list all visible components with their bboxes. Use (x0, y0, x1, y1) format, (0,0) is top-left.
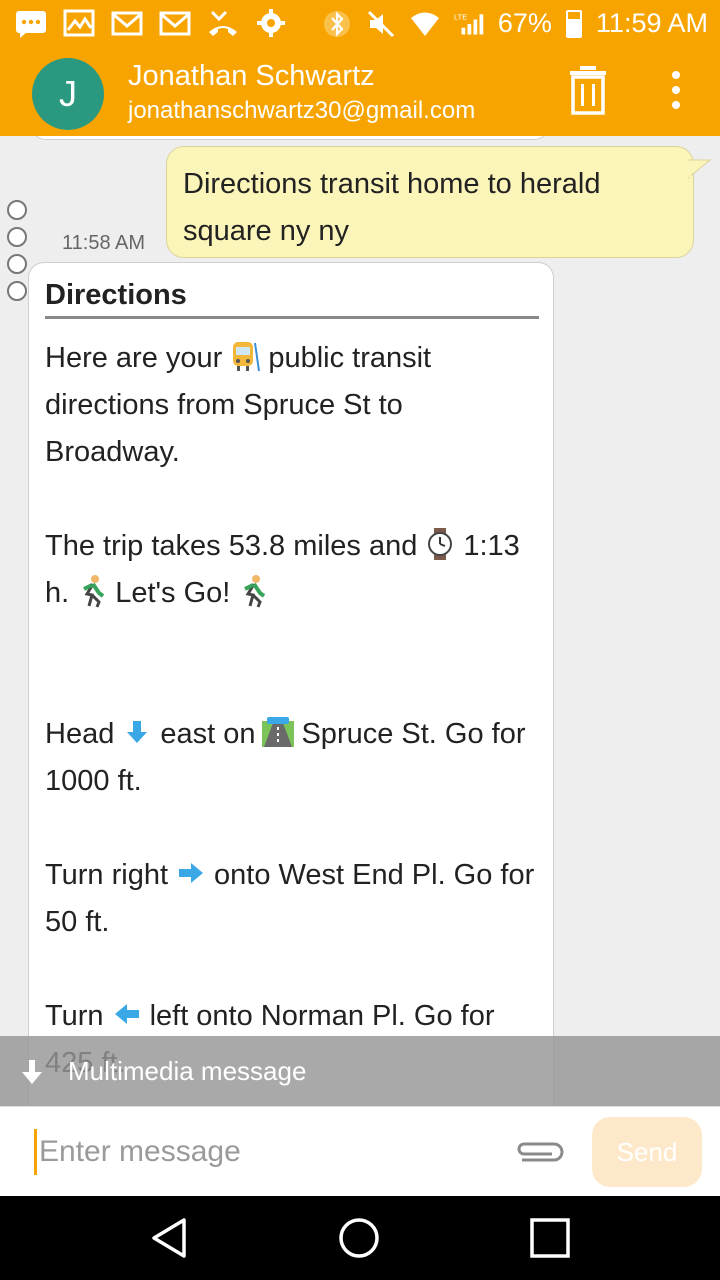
battery-percent: 67% (497, 8, 552, 38)
outgoing-message-text: Directions transit home to herald square… (183, 168, 601, 247)
step-text: Head (45, 718, 115, 750)
status-time: 11:59 AM (595, 8, 708, 38)
trip-summary: The trip takes 53.8 miles and 1:13 h. Let'… (45, 523, 537, 617)
recent-apps-icon[interactable] (528, 1216, 572, 1260)
attach-icon[interactable] (510, 1137, 566, 1167)
status-bar: LTE 67% 11:59 AM (0, 0, 720, 50)
runner-icon (236, 574, 270, 608)
multimedia-message-label: Multimedia message (68, 1056, 307, 1086)
intro-text-start: Here are your (45, 342, 223, 374)
step-text: east on (160, 718, 256, 750)
selection-dot (7, 281, 27, 301)
selection-dot (7, 227, 27, 247)
left-arrow-icon (110, 997, 144, 1031)
network-type-label: LTE (454, 12, 467, 21)
missed-call-icon (206, 8, 240, 38)
conversation-header: J Jonathan Schwartz jonathanschwartz30@g… (0, 50, 720, 136)
notification-icons (14, 8, 288, 38)
overflow-menu-icon[interactable] (664, 64, 688, 116)
selection-indicator[interactable] (7, 200, 27, 308)
avatar[interactable]: J (32, 58, 104, 130)
back-icon[interactable] (148, 1216, 192, 1260)
message-icon (14, 8, 48, 38)
direction-step: Head east on Spruce St. Go for 1000 ft. (45, 711, 537, 805)
outgoing-message-time: 11:58 AM (62, 232, 146, 254)
incoming-message-bubble[interactable]: Directions Here are your public transit d… (28, 262, 554, 1106)
multimedia-message-bar[interactable]: Multimedia message (0, 1036, 720, 1106)
direction-step: Turn right onto West End Pl. Go for 50 ft… (45, 852, 537, 946)
wifi-icon (410, 9, 440, 39)
watch-icon (423, 527, 457, 561)
step-text: Turn right (45, 859, 169, 891)
mute-icon (366, 9, 396, 39)
selection-dot (7, 200, 27, 220)
battery-level (567, 19, 580, 36)
bluetooth-icon (322, 9, 352, 39)
gmail-icon (110, 8, 144, 38)
right-arrow-icon (174, 856, 208, 890)
directions-title: Directions (45, 279, 539, 319)
road-icon (261, 715, 295, 749)
trip-go-text: Let's Go! (115, 577, 231, 609)
battery-icon (565, 9, 582, 38)
runner-icon (75, 574, 109, 608)
selection-dot (7, 254, 27, 274)
directions-body: Here are your public transit directions f… (45, 335, 537, 1087)
directions-intro: Here are your public transit directions f… (45, 335, 537, 476)
signal-icon: LTE (454, 9, 484, 39)
outgoing-bubble-tail (688, 159, 712, 179)
download-icon (22, 1060, 42, 1084)
down-arrow-icon (120, 715, 154, 749)
image-icon (62, 8, 96, 38)
contact-email: jonathanschwartz30@gmail.com (128, 97, 476, 124)
step-text: Turn (45, 1000, 104, 1032)
home-icon[interactable] (337, 1216, 381, 1260)
gmail-icon (158, 8, 192, 38)
message-input[interactable] (34, 1129, 494, 1175)
message-composer: Send (0, 1106, 720, 1196)
previous-message-bubble[interactable] (30, 136, 550, 140)
delete-icon[interactable] (566, 64, 610, 116)
outgoing-message-bubble[interactable]: Directions transit home to herald square… (166, 146, 694, 258)
settings-icon (254, 8, 288, 38)
trip-text-start: The trip takes 53.8 miles and (45, 530, 418, 562)
send-button[interactable]: Send (592, 1117, 702, 1187)
navigation-bar (0, 1196, 720, 1280)
bus-icon (228, 339, 262, 373)
message-list[interactable]: Directions transit home to herald square… (0, 136, 720, 1106)
contact-name: Jonathan Schwartz (128, 60, 375, 92)
system-status: LTE 67% 11:59 AM (322, 8, 708, 39)
